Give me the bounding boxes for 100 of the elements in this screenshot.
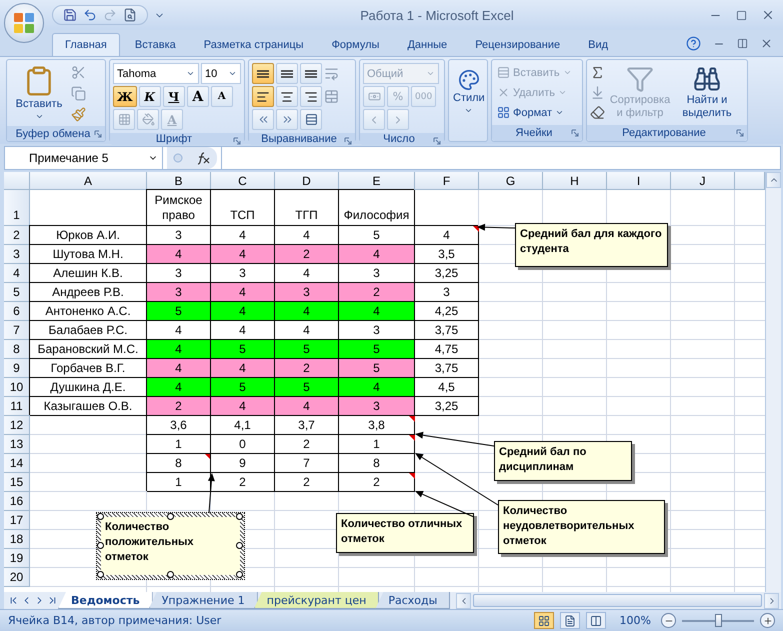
zoom-out-button[interactable] bbox=[661, 613, 676, 628]
comment-note[interactable]: Средний бал для каждого студента bbox=[515, 223, 668, 267]
ribbon-tab[interactable]: Главная bbox=[52, 33, 120, 56]
comment-note[interactable]: Количество отличных отметок bbox=[336, 513, 474, 553]
italic-button[interactable]: К bbox=[138, 86, 161, 107]
comment-note[interactable]: Количество неудовлетворительных отметок bbox=[498, 500, 665, 554]
close-icon[interactable] bbox=[761, 8, 775, 22]
fill-color-button[interactable] bbox=[137, 109, 159, 130]
sheet-tab[interactable]: прейскурант цен bbox=[254, 592, 380, 609]
row-header[interactable]: 3 bbox=[4, 245, 30, 264]
ribbon-tab[interactable]: Вставка bbox=[122, 33, 189, 56]
close-icon[interactable] bbox=[760, 37, 773, 50]
scroll-left-button[interactable] bbox=[456, 592, 472, 608]
horizontal-align-button[interactable] bbox=[252, 86, 274, 107]
row-header[interactable]: 16 bbox=[4, 492, 30, 511]
dialog-launcher-icon[interactable] bbox=[94, 130, 102, 138]
ribbon-tab[interactable]: Вид bbox=[575, 33, 622, 56]
resize-handle[interactable] bbox=[97, 542, 104, 549]
last-sheet-icon[interactable] bbox=[47, 595, 58, 606]
dialog-launcher-icon[interactable] bbox=[344, 137, 352, 145]
resize-handle[interactable] bbox=[236, 571, 243, 578]
row-header[interactable]: 6 bbox=[4, 302, 30, 321]
ribbon-tab[interactable]: Формулы bbox=[318, 33, 392, 56]
comment-note[interactable]: Количество положительных отметок bbox=[97, 513, 244, 579]
shrink-font-button[interactable]: A bbox=[210, 86, 233, 107]
column-header[interactable]: G bbox=[479, 172, 543, 190]
vertical-scrollbar[interactable] bbox=[765, 172, 781, 592]
orientation-button[interactable] bbox=[300, 109, 322, 130]
row-header[interactable]: 8 bbox=[4, 340, 30, 359]
styles-button[interactable]: Стили bbox=[452, 63, 486, 138]
maximize-icon[interactable] bbox=[736, 10, 747, 20]
wrap-text-icon[interactable] bbox=[324, 66, 339, 81]
ribbon-tab[interactable]: Рецензирование bbox=[462, 33, 574, 56]
cut-icon[interactable] bbox=[71, 65, 86, 80]
vertical-align-button[interactable] bbox=[300, 63, 322, 84]
row-header[interactable]: 13 bbox=[4, 435, 30, 454]
find-button[interactable]: Найти и выделить bbox=[675, 63, 739, 122]
row-header[interactable]: 2 bbox=[4, 226, 30, 245]
dialog-launcher-icon[interactable] bbox=[571, 129, 579, 137]
first-sheet-icon[interactable] bbox=[8, 595, 19, 606]
row-header[interactable]: 12 bbox=[4, 416, 30, 435]
row-header[interactable]: 11 bbox=[4, 397, 30, 416]
resize-handle[interactable] bbox=[236, 513, 243, 520]
underline-button[interactable]: Ч bbox=[162, 86, 185, 107]
resize-handle[interactable] bbox=[166, 571, 174, 578]
help-icon[interactable] bbox=[686, 36, 701, 51]
dialog-launcher-icon[interactable] bbox=[233, 137, 241, 145]
column-header[interactable]: H bbox=[543, 172, 607, 190]
row-header[interactable]: 15 bbox=[4, 473, 30, 492]
row-header[interactable]: 14 bbox=[4, 454, 30, 473]
column-header[interactable]: F bbox=[415, 172, 479, 190]
font-name-field[interactable]: Tahoma bbox=[113, 63, 199, 84]
column-header[interactable]: D bbox=[275, 172, 339, 190]
row-header[interactable]: 9 bbox=[4, 359, 30, 378]
vertical-align-button[interactable] bbox=[252, 63, 274, 84]
column-header[interactable]: A bbox=[30, 172, 147, 190]
zoom-thumb[interactable] bbox=[715, 614, 722, 626]
row-header[interactable]: 1 bbox=[4, 190, 30, 226]
row-header[interactable]: 4 bbox=[4, 264, 30, 283]
sheet-tab[interactable]: Ведомость bbox=[58, 592, 153, 609]
paste-button[interactable]: Вставить bbox=[10, 63, 68, 123]
merge-cells-icon[interactable] bbox=[324, 89, 339, 104]
eraser-icon[interactable] bbox=[590, 105, 605, 120]
column-header[interactable]: B bbox=[147, 172, 211, 190]
sum-icon[interactable] bbox=[590, 65, 605, 80]
scroll-up-button[interactable] bbox=[766, 172, 781, 188]
resize-handle[interactable] bbox=[97, 513, 104, 520]
dialog-launcher-icon[interactable] bbox=[433, 137, 441, 145]
horizontal-scroll-thumb[interactable] bbox=[473, 594, 762, 607]
dialog-launcher-icon[interactable] bbox=[736, 129, 744, 137]
view-button[interactable] bbox=[534, 612, 554, 629]
view-button[interactable] bbox=[586, 612, 606, 629]
row-header[interactable]: 18 bbox=[4, 530, 30, 549]
undo-icon[interactable] bbox=[83, 8, 97, 22]
horizontal-align-button[interactable] bbox=[276, 86, 298, 107]
vertical-align-button[interactable] bbox=[276, 63, 298, 84]
comment-note[interactable]: Средний бал по дисциплинам bbox=[494, 441, 632, 481]
restore-icon[interactable] bbox=[737, 38, 748, 49]
row-header[interactable]: 20 bbox=[4, 568, 30, 587]
row-header[interactable]: 7 bbox=[4, 321, 30, 340]
column-header[interactable]: C bbox=[211, 172, 275, 190]
view-button[interactable] bbox=[560, 612, 580, 629]
grow-font-button[interactable]: A bbox=[186, 86, 209, 107]
row-header[interactable]: 10 bbox=[4, 378, 30, 397]
zoom-in-button[interactable] bbox=[760, 613, 775, 628]
horizontal-align-button[interactable] bbox=[300, 86, 322, 107]
sheet-tab[interactable]: Расходы bbox=[375, 592, 450, 609]
function-icon[interactable] bbox=[195, 151, 211, 165]
worksheet-grid[interactable] bbox=[4, 172, 765, 592]
row-header[interactable]: 17 bbox=[4, 511, 30, 530]
font-size-field[interactable]: 10 bbox=[201, 63, 241, 84]
column-header[interactable]: E bbox=[339, 172, 415, 190]
sheet-tab[interactable]: Упражнение 1 bbox=[148, 592, 258, 609]
resize-handle[interactable] bbox=[236, 542, 243, 549]
format-painter-icon[interactable] bbox=[71, 107, 86, 122]
resize-handle[interactable] bbox=[166, 513, 174, 520]
scroll-right-button[interactable] bbox=[764, 592, 779, 608]
format-cells-button[interactable]: Формат bbox=[495, 105, 574, 120]
print-preview-icon[interactable] bbox=[123, 8, 137, 22]
row-header[interactable]: 19 bbox=[4, 549, 30, 568]
